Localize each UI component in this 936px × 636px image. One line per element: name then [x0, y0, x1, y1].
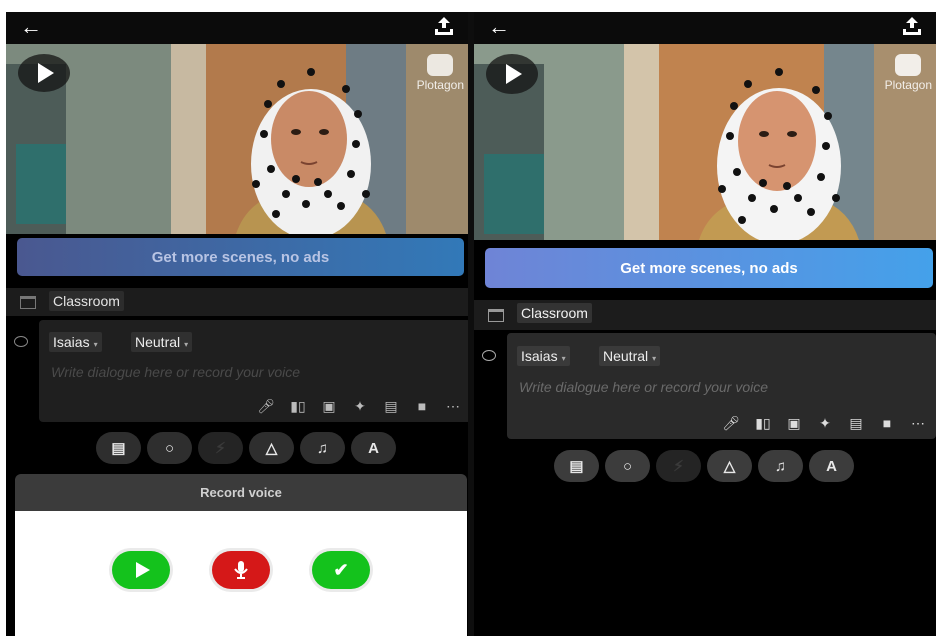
record-button[interactable]: [212, 551, 270, 589]
chart-icon[interactable]: ▮▯: [755, 415, 771, 432]
top-bar: ←: [474, 12, 936, 44]
more-icon[interactable]: ⋯: [445, 398, 461, 415]
scene-illustration: [474, 44, 936, 240]
landscape-icon[interactable]: ▤: [848, 415, 864, 432]
dialogue-card[interactable]: Isaias ▾ Neutral ▾ Write dialogue here or …: [507, 333, 936, 439]
top-bar: ←: [6, 12, 468, 44]
bottom-action-bar: ▤ ○ ⚡︎ △ ♫ A: [554, 450, 854, 482]
speech-bubble-icon: ○: [622, 457, 633, 475]
text-button[interactable]: A: [809, 450, 854, 482]
record-voice-title: Record voice: [15, 474, 467, 511]
more-icon[interactable]: ⋯: [910, 415, 926, 432]
mood-select[interactable]: Neutral ▾: [131, 332, 193, 352]
music-note-icon: ♫: [316, 439, 329, 457]
music-button[interactable]: ♫: [300, 432, 345, 464]
dialogue-input[interactable]: Write dialogue here or record your voice: [51, 364, 300, 380]
chevron-down-icon: ▾: [652, 354, 657, 363]
logo-text: Plotagon: [884, 78, 932, 92]
scene-preview[interactable]: Plotagon: [474, 44, 936, 240]
sparkle-icon[interactable]: ✦: [817, 415, 833, 432]
bell-icon: △: [265, 440, 278, 457]
share-upload-icon[interactable]: [900, 14, 924, 38]
dialogue-bubble-icon: [482, 350, 496, 361]
clapperboard-icon: [20, 296, 36, 309]
scene-illustration: [6, 44, 468, 234]
music-button[interactable]: ♫: [758, 450, 803, 482]
scene-button[interactable]: ▤: [96, 432, 141, 464]
location-label[interactable]: Classroom: [49, 291, 124, 311]
promo-label: Get more scenes, no ads: [151, 248, 330, 266]
back-arrow-icon[interactable]: ←: [488, 16, 510, 38]
play-icon[interactable]: [486, 54, 538, 94]
plotagon-logo: Plotagon: [417, 54, 464, 92]
mood-name: Neutral: [135, 334, 181, 350]
video-icon[interactable]: ■: [879, 415, 895, 432]
confirm-recording-button[interactable]: ✔: [312, 551, 370, 589]
check-icon: ✔: [333, 559, 349, 580]
plotagon-logo: Plotagon: [885, 54, 932, 92]
location-row[interactable]: Classroom: [474, 300, 936, 330]
video-icon[interactable]: ■: [414, 398, 430, 415]
background-strip: [0, 0, 936, 12]
get-more-scenes-button[interactable]: Get more scenes, no ads: [485, 248, 933, 288]
sparkle-icon[interactable]: ✦: [352, 398, 368, 415]
chart-icon[interactable]: ▮▯: [290, 398, 306, 415]
bell-icon: △: [723, 458, 736, 475]
scene-preview[interactable]: Plotagon: [6, 44, 468, 234]
music-note-icon: ♫: [774, 457, 787, 475]
character-select[interactable]: Isaias ▾: [49, 332, 102, 352]
sound-effect-button[interactable]: △: [707, 450, 752, 482]
chevron-down-icon: ▾: [184, 340, 189, 349]
play-icon: [136, 562, 150, 578]
chevron-down-icon: ▾: [93, 340, 98, 349]
mood-name: Neutral: [603, 348, 649, 364]
background-gap: [468, 12, 474, 636]
lightning-icon: ⚡︎: [215, 440, 226, 457]
action-button[interactable]: ⚡︎: [656, 450, 701, 482]
logo-text: Plotagon: [416, 78, 464, 92]
get-more-scenes-button[interactable]: Get more scenes, no ads: [17, 238, 464, 276]
action-button[interactable]: ⚡︎: [198, 432, 243, 464]
microphone-icon: [234, 561, 248, 579]
landscape-icon[interactable]: ▤: [383, 398, 399, 415]
dialogue-toolbar: 🎤︎ ▮▯ ▣ ✦ ▤ ■ ⋯: [722, 415, 926, 432]
dialogue-bubble-icon: [14, 336, 28, 347]
left-screen: ← Plotagon Get more scenes, no ads Class…: [6, 0, 468, 636]
text-button[interactable]: A: [351, 432, 396, 464]
right-screen: ← Plotagon Get more scenes, no ads Class…: [474, 0, 936, 636]
clapperboard-icon: ▤: [569, 458, 584, 475]
microphone-icon[interactable]: 🎤︎: [722, 415, 740, 432]
speech-bubble-icon: ○: [164, 439, 175, 457]
lightning-icon: ⚡︎: [673, 458, 684, 475]
location-label[interactable]: Classroom: [517, 303, 592, 323]
record-voice-body: ✔: [15, 511, 467, 636]
clapperboard-icon: [488, 309, 504, 322]
record-voice-sheet: Record voice ✔: [15, 474, 467, 636]
character-select[interactable]: Isaias ▾: [517, 346, 570, 366]
play-recording-button[interactable]: [112, 551, 170, 589]
back-arrow-icon[interactable]: ←: [20, 16, 42, 38]
clapperboard-icon: ▤: [111, 440, 126, 457]
dialogue-card[interactable]: Isaias ▾ Neutral ▾ Write dialogue here or …: [39, 320, 468, 422]
text-icon: A: [368, 439, 379, 457]
microphone-icon[interactable]: 🎤︎: [257, 398, 275, 415]
promo-label: Get more scenes, no ads: [620, 259, 798, 277]
mood-select[interactable]: Neutral ▾: [599, 346, 661, 366]
text-icon: A: [826, 457, 837, 475]
character-name: Isaias: [521, 348, 558, 364]
location-row[interactable]: Classroom: [6, 288, 468, 316]
play-icon[interactable]: [18, 54, 70, 92]
dialogue-button[interactable]: ○: [147, 432, 192, 464]
dialogue-button[interactable]: ○: [605, 450, 650, 482]
image-icon[interactable]: ▣: [786, 415, 802, 432]
chevron-down-icon: ▾: [561, 354, 566, 363]
scene-button[interactable]: ▤: [554, 450, 599, 482]
dialogue-input[interactable]: Write dialogue here or record your voice: [519, 379, 768, 395]
bottom-action-bar: ▤ ○ ⚡︎ △ ♫ A: [96, 432, 396, 464]
dialogue-toolbar: 🎤︎ ▮▯ ▣ ✦ ▤ ■ ⋯: [257, 398, 461, 415]
image-icon[interactable]: ▣: [321, 398, 337, 415]
share-upload-icon[interactable]: [432, 14, 456, 38]
sound-effect-button[interactable]: △: [249, 432, 294, 464]
character-name: Isaias: [53, 334, 90, 350]
